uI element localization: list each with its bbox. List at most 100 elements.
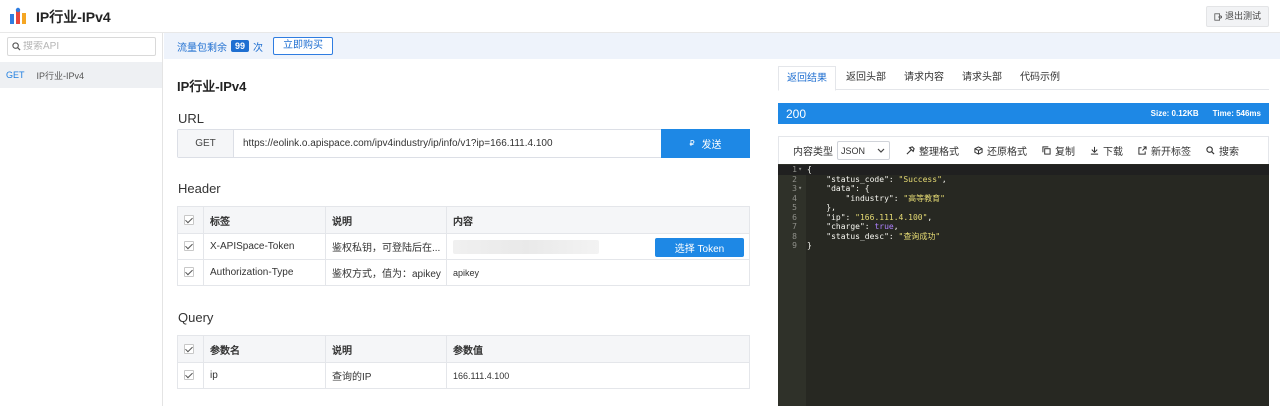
code-line: 7 "charge": true, (778, 222, 1269, 232)
api-search-box[interactable] (7, 37, 156, 56)
line-number: 7 (792, 222, 797, 231)
buy-now-button[interactable]: 立即购买 (273, 37, 334, 55)
line-number: 6 (792, 212, 797, 222)
copy-icon (1042, 146, 1051, 155)
format-button[interactable]: 整理格式 (906, 143, 959, 158)
table-row: ip 查询的IP 166.111.4.100 (177, 362, 750, 389)
row-checkbox[interactable] (184, 241, 194, 252)
line-number: 2 (792, 174, 797, 184)
restore-button[interactable]: 还原格式 (974, 143, 1027, 158)
header-value-cell[interactable]: 选择 Token (446, 233, 750, 260)
select-all-checkbox[interactable] (184, 214, 194, 225)
code-line: 6 "ip": "166.111.4.100", (778, 213, 1269, 223)
top-bar: IP行业-IPv4 退出测试 (0, 0, 1280, 33)
row-checkbox[interactable] (184, 370, 194, 381)
restore-label: 还原格式 (987, 147, 1027, 158)
code-text: { (807, 165, 812, 174)
url-section-title: URL (178, 111, 205, 126)
query-desc: 查询的IP (325, 362, 447, 389)
header-value[interactable]: apikey (446, 259, 750, 286)
header-desc: 鉴权私钥，可登陆后在... (325, 233, 447, 260)
content-type-label: 内容类型 (793, 147, 833, 158)
tab-response-body[interactable]: 返回结果 (778, 66, 836, 91)
cube-icon (974, 146, 983, 155)
tab-request-headers[interactable]: 请求头部 (954, 66, 1010, 90)
line-number: 1 (792, 165, 797, 174)
column-header: 说明 (325, 206, 447, 234)
query-table: 参数名 说明 参数值 ip 查询的IP 166.111.4.100 (177, 335, 750, 389)
quota-prefix: 流量包剩余 (177, 42, 227, 54)
header-key[interactable]: X-APISpace-Token (203, 233, 326, 260)
query-value[interactable]: 166.111.4.100 (446, 362, 750, 389)
code-text: "status_desc": "查询成功" (826, 231, 941, 241)
header-desc: 鉴权方式，值为：apikey (325, 259, 447, 286)
code-text: "data": { (826, 184, 870, 193)
column-header: 说明 (325, 335, 447, 363)
fold-toggle-icon[interactable]: ▾ (798, 165, 802, 175)
select-all-cell[interactable] (177, 206, 204, 234)
copy-label: 复制 (1055, 147, 1075, 158)
send-button[interactable]: ₽ 发送 (661, 129, 750, 158)
code-text: "charge": true, (826, 222, 899, 231)
code-line: 3 ▾ "data": { (778, 184, 1269, 194)
table-row: Authorization-Type 鉴权方式，值为：apikey apikey (177, 259, 750, 286)
row-checkbox[interactable] (184, 267, 194, 278)
code-text: "ip": "166.111.4.100", (826, 212, 933, 222)
send-icon: ₽ (689, 139, 695, 148)
code-line: 8 "status_desc": "查询成功" (778, 232, 1269, 242)
header-section-title: Header (178, 181, 221, 196)
method-select[interactable]: GET (178, 130, 234, 157)
tab-request-body[interactable]: 请求内容 (896, 66, 952, 90)
token-value-blurred[interactable] (453, 239, 599, 254)
search-icon (1206, 146, 1215, 155)
url-row: GET ₽ 发送 (177, 129, 750, 158)
format-label: 整理格式 (919, 147, 959, 158)
tab-response-headers[interactable]: 返回头部 (838, 66, 894, 90)
header-table: 标签 说明 内容 X-APISpace-Token 鉴权私钥，可登陆后在... … (177, 206, 750, 286)
download-icon (1090, 146, 1099, 155)
line-number: 4 (792, 193, 797, 203)
quota-count-badge: 99 (231, 40, 250, 52)
status-bar: 200 Size: 0.12KB Time: 546ms (778, 103, 1269, 124)
fold-toggle-icon[interactable]: ▾ (798, 184, 802, 194)
column-header: 参数值 (446, 335, 750, 363)
api-search-input[interactable] (23, 41, 143, 52)
select-all-cell[interactable] (177, 335, 204, 363)
status-meta: Size: 0.12KB Time: 546ms (1151, 109, 1261, 118)
response-size: Size: 0.12KB (1150, 109, 1199, 118)
copy-button[interactable]: 复制 (1042, 143, 1075, 158)
sidebar-item-ipv4[interactable]: GET IP行业-IPv4 (0, 62, 162, 88)
sidebar-item-method: GET (6, 70, 25, 80)
api-title: IP行业-IPv4 (177, 79, 247, 94)
exit-test-button[interactable]: 退出测试 (1205, 6, 1269, 27)
code-line: 4 "industry": "高等教育" (778, 194, 1269, 204)
code-text: "industry": "高等教育" (845, 193, 945, 203)
app-logo-icon (10, 7, 26, 24)
content-type-select[interactable]: JSON (837, 141, 890, 160)
select-token-button[interactable]: 选择 Token (655, 238, 744, 257)
download-button[interactable]: 下载 (1090, 143, 1123, 158)
code-line: 9} (778, 241, 1269, 251)
download-label: 下载 (1103, 147, 1123, 158)
content-type-value: JSON (841, 145, 866, 156)
open-new-tab-button[interactable]: 新开标签 (1138, 143, 1191, 158)
query-section-title: Query (178, 310, 214, 325)
line-number: 8 (792, 231, 797, 241)
quota-bar: 流量包剩余 99 次 立即购买 (164, 33, 1280, 59)
quota-suffix: 次 (253, 42, 264, 54)
search-button[interactable]: 搜索 (1206, 143, 1239, 158)
url-input[interactable] (234, 130, 661, 157)
response-tabs: 返回结果 返回头部 请求内容 请求头部 代码示例 (778, 66, 1269, 91)
header-key[interactable]: Authorization-Type (203, 259, 326, 286)
query-key[interactable]: ip (203, 362, 326, 389)
search-label: 搜索 (1219, 147, 1239, 158)
tab-code-sample[interactable]: 代码示例 (1012, 66, 1068, 90)
table-row: X-APISpace-Token 鉴权私钥，可登陆后在... 选择 Token (177, 233, 750, 260)
response-toolbar: 内容类型 JSON 整理格式 还原格式 复制 下载 新开标签 搜索 (778, 136, 1269, 164)
search-icon (12, 42, 21, 51)
response-code-editor[interactable]: 1 ▾{2 "status_code": "Success", 3 ▾ "data":… (778, 164, 1269, 406)
sidebar: GET IP行业-IPv4 (0, 33, 163, 406)
send-label: 发送 (701, 140, 722, 151)
exit-test-label: 退出测试 (1224, 11, 1261, 21)
select-all-checkbox[interactable] (184, 343, 194, 354)
